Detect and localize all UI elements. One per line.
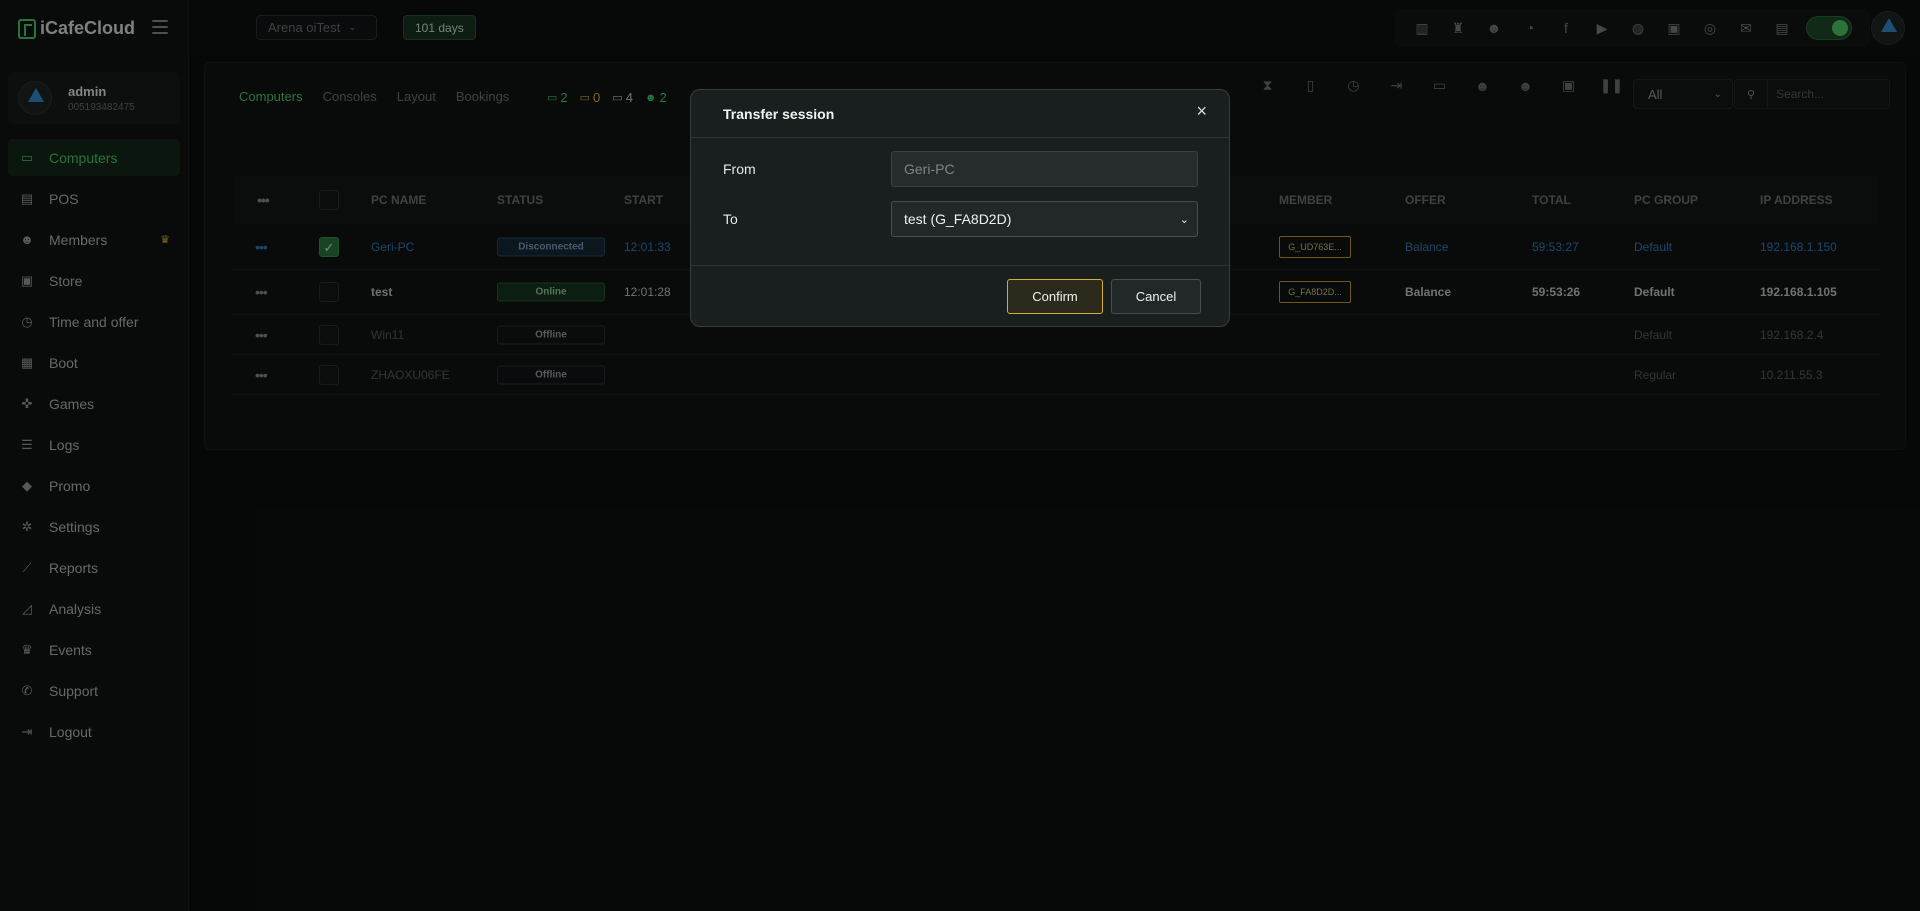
app-root: iCafeCloud admin 005193482475 ▭ Computers… [0, 0, 1920, 911]
dialog-title: Transfer session [723, 106, 835, 122]
to-select[interactable]: test (G_FA8D2D) ⌄ [891, 201, 1198, 237]
dialog-header: Transfer session × [691, 90, 1229, 138]
to-label: To [723, 211, 738, 227]
chevron-down-icon: ⌄ [1179, 213, 1189, 226]
from-label: From [723, 161, 756, 177]
cancel-button[interactable]: Cancel [1111, 279, 1201, 314]
from-field: Geri-PC [891, 151, 1198, 187]
confirm-button[interactable]: Confirm [1007, 279, 1103, 314]
transfer-session-dialog: Transfer session × From Geri-PC To test … [690, 89, 1231, 327]
to-select-value: test (G_FA8D2D) [904, 211, 1012, 227]
from-field-value: Geri-PC [904, 161, 955, 177]
close-icon[interactable]: × [1196, 101, 1207, 122]
